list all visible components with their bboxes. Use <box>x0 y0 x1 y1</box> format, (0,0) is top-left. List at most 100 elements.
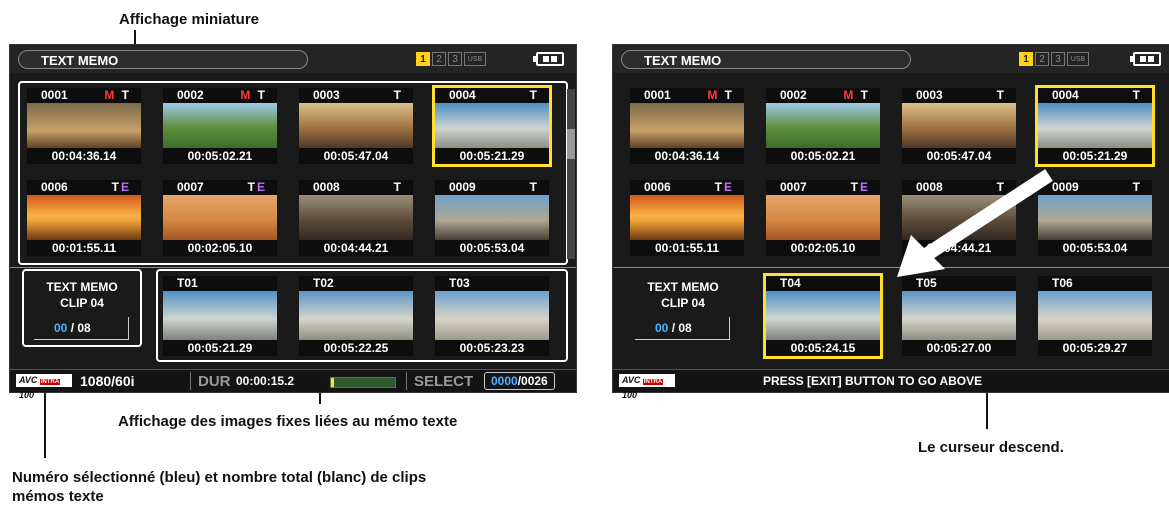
slot-tab-1[interactable]: 1 <box>1019 52 1033 66</box>
clip-number: 0007 <box>780 180 807 194</box>
memo-thumbnail[interactable]: T05 00:05:27.00 <box>899 273 1019 359</box>
dur-label: DUR <box>198 373 231 390</box>
exit-message: PRESS [EXIT] BUTTON TO GO ABOVE <box>763 374 983 388</box>
cursor-arrow <box>897 169 1053 277</box>
scrollbar[interactable] <box>567 89 575 259</box>
status-bar: AVC INTRA 100 PRESS [EXIT] BUTTON TO GO … <box>613 369 1169 400</box>
clip-image <box>766 195 880 241</box>
thumbnail-header: 0001 M T <box>630 88 744 103</box>
format-label: 1080/60i <box>80 373 135 389</box>
memo-title-line2: CLIP 04 <box>60 296 104 310</box>
callout-clip-number: Numéro sélectionné (bleu) et nombre tota… <box>12 469 427 486</box>
clip-number: 0004 <box>1052 88 1079 102</box>
screen-title: TEXT MEMO <box>621 50 911 69</box>
memo-title-line1: TEXT MEMO <box>46 280 118 294</box>
memo-image <box>902 291 1016 341</box>
memo-clip-title: TEXT MEMO CLIP 04 <box>22 279 142 311</box>
clip-image <box>630 103 744 149</box>
separator <box>190 372 191 390</box>
clip-timecode: 00:05:02.21 <box>766 148 880 164</box>
memo-thumbnail[interactable]: T04 00:05:24.15 <box>763 273 883 359</box>
thumbnail-header: 0004 T <box>1038 88 1152 103</box>
memo-header: T04 <box>766 276 880 291</box>
thumbnail-area-box <box>18 81 568 265</box>
select-current: 0000 <box>491 374 518 388</box>
top-bar: TEXT MEMO 1 2 3 USB <box>10 45 576 73</box>
clip-image <box>1038 103 1152 149</box>
separator <box>406 372 407 390</box>
left-screen: TEXT MEMO 1 2 3 USB 0001 M T 00:04:36.14 00… <box>9 44 577 400</box>
clip-flags: M T <box>707 88 734 102</box>
thumbnail-header: 0006 TE <box>630 180 744 195</box>
clip-image <box>766 103 880 149</box>
callout-still-images: Affichage des images fixes liées au mémo… <box>118 413 458 430</box>
codec-logo: AVC INTRA 100 <box>619 374 675 400</box>
divider <box>10 267 576 268</box>
callout-cursor-down: Le curseur descend. <box>918 439 1064 456</box>
thumbnail-header: 0007 TE <box>766 180 880 195</box>
battery-icon <box>1130 52 1161 66</box>
memo-total: / 08 <box>67 321 91 335</box>
callout-thumbnail-display: Affichage miniature <box>119 11 260 28</box>
memo-area-box <box>156 269 568 362</box>
clip-number: 0001 <box>644 88 671 102</box>
memo-clip-title: TEXT MEMO CLIP 04 <box>623 279 743 311</box>
top-bar: TEXT MEMO 1 2 3 USB <box>613 45 1169 73</box>
memo-current: 00 <box>655 321 669 335</box>
memo-timecode: 00:05:24.15 <box>766 340 880 356</box>
select-label: SELECT <box>414 373 474 390</box>
memo-counter: 00 / 08 <box>34 317 129 340</box>
clip-flags: TE <box>850 180 870 194</box>
slot-tab-2[interactable]: 2 <box>432 52 446 66</box>
dur-value: 00:00:15.2 <box>236 374 295 388</box>
memo-image <box>766 291 880 341</box>
clip-thumbnail[interactable]: 0001 M T 00:04:36.14 <box>627 85 747 167</box>
memo-title-line1: TEXT MEMO <box>647 280 719 294</box>
clip-flags: T <box>1132 88 1142 102</box>
clip-thumbnail[interactable]: 0004 T 00:05:21.29 <box>1035 85 1155 167</box>
clip-flags: M T <box>843 88 870 102</box>
clip-thumbnail[interactable]: 0007 TE 00:02:05.10 <box>763 177 883 259</box>
clip-image <box>630 195 744 241</box>
clip-timecode: 00:02:05.10 <box>766 240 880 256</box>
slot-tab-2[interactable]: 2 <box>1035 52 1049 66</box>
clip-number: 0002 <box>780 88 807 102</box>
clip-timecode: 00:05:21.29 <box>1038 148 1152 164</box>
slot-tab-usb[interactable]: USB <box>1067 52 1089 66</box>
slot-tab-usb[interactable]: USB <box>464 52 486 66</box>
clip-flags: T <box>996 88 1006 102</box>
memo-timecode: 00:05:27.00 <box>902 340 1016 356</box>
memo-total: / 08 <box>668 321 692 335</box>
clip-timecode: 00:01:55.11 <box>630 240 744 256</box>
memo-counter: 00 / 08 <box>635 317 730 340</box>
clip-image <box>902 103 1016 149</box>
clip-flags: T <box>1132 180 1142 194</box>
clip-thumbnail[interactable]: 0002 M T 00:05:02.21 <box>763 85 883 167</box>
screen-title: TEXT MEMO <box>18 50 308 69</box>
clip-thumbnail[interactable]: 0006 TE 00:01:55.11 <box>627 177 747 259</box>
slot-tab-3[interactable]: 3 <box>1051 52 1065 66</box>
callout-clip-number-line2: mémos texte <box>12 488 104 505</box>
clip-timecode: 00:04:36.14 <box>630 148 744 164</box>
slot-tab-3[interactable]: 3 <box>448 52 462 66</box>
level-meter <box>330 377 396 388</box>
memo-current: 00 <box>54 321 68 335</box>
codec-logo: AVC INTRA 100 <box>16 374 72 400</box>
slot-tabs: 1 2 3 USB <box>416 52 486 66</box>
clip-thumbnail[interactable]: 0003 T 00:05:47.04 <box>899 85 1019 167</box>
clip-timecode: 00:05:47.04 <box>902 148 1016 164</box>
slot-tabs: 1 2 3 USB <box>1019 52 1089 66</box>
memo-label: T04 <box>780 276 801 290</box>
memo-thumbnail[interactable]: T06 00:05:29.27 <box>1035 273 1155 359</box>
battery-icon <box>533 52 564 66</box>
memo-timecode: 00:05:29.27 <box>1038 340 1152 356</box>
select-counter: 0000/0026 <box>484 372 555 390</box>
slot-tab-1[interactable]: 1 <box>416 52 430 66</box>
memo-image <box>1038 291 1152 341</box>
right-screen: TEXT MEMO 1 2 3 USB 0001 M T 00:04:36.14 00… <box>612 44 1169 400</box>
thumbnail-header: 0003 T <box>902 88 1016 103</box>
clip-number: 0003 <box>916 88 943 102</box>
clip-number: 0006 <box>644 180 671 194</box>
thumbnail-header: 0002 M T <box>766 88 880 103</box>
status-bar: AVC INTRA 100 1080/60i DUR 00:00:15.2 SE… <box>10 369 576 400</box>
